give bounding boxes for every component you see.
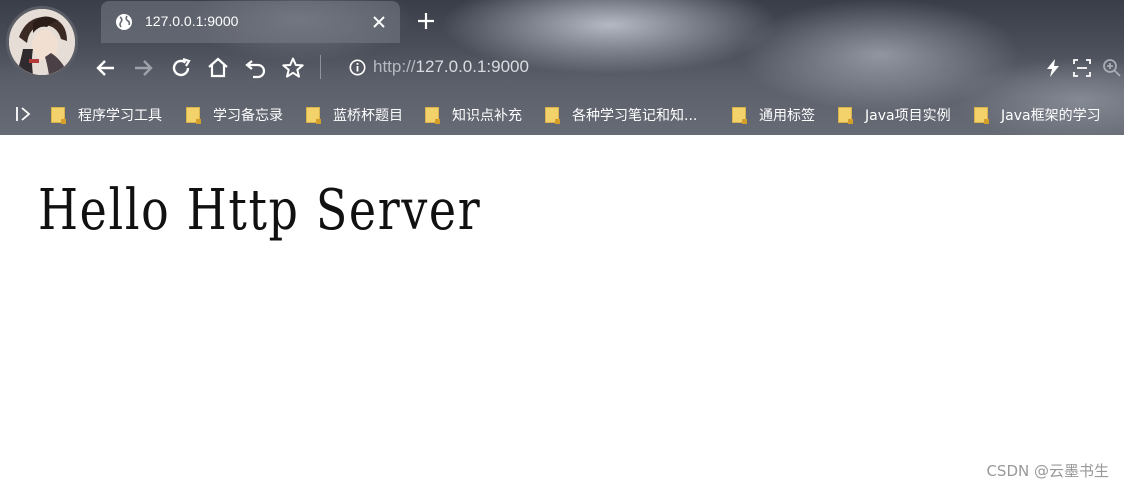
lightning-icon[interactable] <box>1043 58 1063 78</box>
bookmark-label: 程序学习工具 <box>78 108 162 124</box>
bookmark-item[interactable]: 各种学习笔记和知... <box>545 105 697 125</box>
bookmark-label: Java框架的学习 <box>1001 108 1101 124</box>
bookmark-item[interactable]: 程序学习工具 <box>51 105 162 125</box>
url-host: 127.0.0.1:9000 <box>415 57 529 76</box>
plus-icon[interactable] <box>415 10 437 32</box>
home-icon[interactable] <box>206 56 230 80</box>
toolbar-separator <box>320 55 321 79</box>
folder-icon <box>51 107 66 124</box>
profile-avatar[interactable] <box>6 6 78 78</box>
active-tab[interactable]: 127.0.0.1:9000 <box>101 1 400 43</box>
bookmark-item[interactable]: 蓝桥杯题目 <box>306 105 403 125</box>
bookmark-item[interactable]: 知识点补充 <box>425 105 522 125</box>
screenshot-icon[interactable] <box>1072 58 1092 78</box>
tab-title: 127.0.0.1:9000 <box>145 13 239 29</box>
bookmark-item[interactable]: 通用标签 <box>732 105 815 125</box>
bookmark-label: 通用标签 <box>759 108 815 124</box>
star-icon[interactable] <box>281 56 305 80</box>
zoom-icon[interactable] <box>1102 58 1122 78</box>
back-arrow-icon[interactable] <box>94 56 118 80</box>
browser-chrome: 127.0.0.1:9000 http://127.0.0.1:9000 程序学… <box>0 0 1124 135</box>
globe-icon <box>116 14 132 30</box>
bookmark-item[interactable]: 学习备忘录 <box>186 105 283 125</box>
reload-icon[interactable] <box>169 56 193 80</box>
page-heading: Hello Http Server <box>38 178 482 243</box>
avatar-image <box>9 9 75 75</box>
sidebar-toggle-icon[interactable] <box>14 105 34 123</box>
folder-icon <box>306 107 321 124</box>
bookmark-label: 各种学习笔记和知... <box>572 108 698 124</box>
forward-arrow-icon[interactable] <box>131 56 155 80</box>
bookmark-label: 学习备忘录 <box>213 108 283 124</box>
folder-icon <box>186 107 201 124</box>
bookmark-label: 蓝桥杯题目 <box>333 108 403 124</box>
url-protocol: http:// <box>373 57 416 76</box>
undo-icon[interactable] <box>244 56 268 80</box>
address-bar[interactable]: http://127.0.0.1:9000 <box>373 57 529 77</box>
info-icon[interactable] <box>349 59 366 76</box>
bookmark-label: 知识点补充 <box>452 108 522 124</box>
bookmarks-bar: 程序学习工具 学习备忘录 蓝桥杯题目 知识点补充 各种学习笔记和知... 通用标… <box>0 97 1124 131</box>
bookmark-item[interactable]: Java项目实例 <box>838 105 951 125</box>
folder-icon <box>732 107 747 124</box>
folder-icon <box>838 107 853 124</box>
watermark: CSDN @云墨书生 <box>986 462 1109 480</box>
folder-icon <box>545 107 560 124</box>
bookmark-item[interactable]: Java框架的学习 <box>974 105 1101 125</box>
folder-icon <box>974 107 989 124</box>
close-icon[interactable] <box>370 13 388 31</box>
bookmark-label: Java项目实例 <box>865 108 951 124</box>
folder-icon <box>425 107 440 124</box>
